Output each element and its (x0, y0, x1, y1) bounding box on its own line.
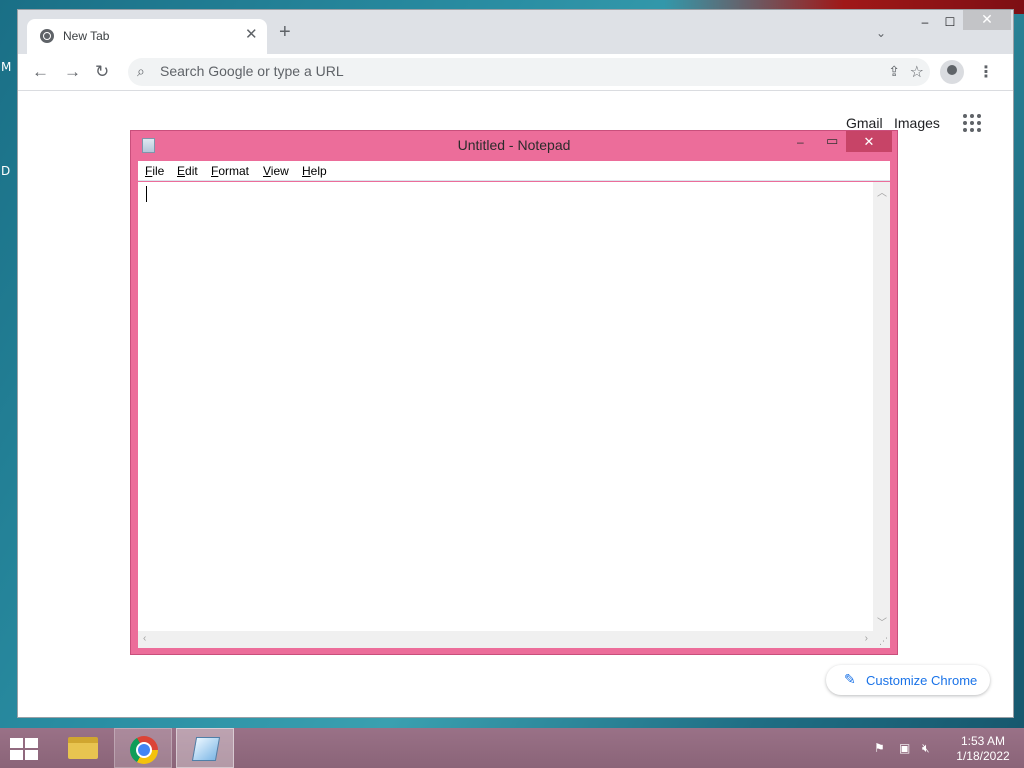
horizontal-scrollbar[interactable]: ‹ › (138, 631, 873, 648)
omnibox-input[interactable] (160, 63, 760, 79)
tab-search-chevron-icon[interactable]: ⌄ (876, 26, 886, 40)
taskbar-chrome[interactable] (114, 728, 172, 768)
new-tab-button[interactable]: + (279, 22, 291, 42)
text-caret (146, 186, 147, 202)
close-button[interactable]: ✕ (963, 10, 1011, 30)
clock-time: 1:53 AM (960, 734, 1006, 748)
maximize-button[interactable]: ☐ (936, 13, 964, 31)
resize-grip[interactable]: ⋰ (873, 631, 890, 648)
notepad-minimize-button[interactable]: – (797, 135, 804, 149)
desktop-icon-label-partial: D (1, 164, 11, 178)
tab-close-icon[interactable]: ✕ (245, 25, 258, 43)
menu-help[interactable]: Help (302, 164, 327, 178)
menu-file[interactable]: File (145, 164, 164, 178)
scroll-down-icon[interactable]: ﹀ (877, 614, 887, 629)
tab-new-tab[interactable]: New Tab ✕ (27, 19, 267, 54)
menu-view[interactable]: View (263, 164, 289, 178)
network-icon[interactable]: ▣ (899, 741, 910, 755)
menu-format[interactable]: Format (211, 164, 249, 178)
scroll-right-icon[interactable]: › (865, 633, 868, 644)
taskbar-notepad[interactable] (176, 728, 234, 768)
forward-arrow-icon[interactable]: → (64, 62, 81, 82)
taskbar-file-explorer[interactable] (52, 728, 110, 768)
clock-date: 1/18/2022 (956, 749, 1010, 763)
minimize-button[interactable]: – (911, 13, 939, 31)
action-center-flag-icon[interactable]: ⚑ (874, 741, 885, 755)
notepad-maximize-button[interactable]: ▭ (826, 133, 838, 149)
notepad-close-button[interactable]: ✕ (846, 131, 892, 152)
notepad-window: Untitled - Notepad – ▭ ✕ File Edit Forma… (130, 130, 898, 655)
folder-icon (68, 737, 98, 759)
tab-title: New Tab (63, 29, 110, 43)
omnibox[interactable]: ⌕ ⇪ ☆ (128, 58, 930, 86)
system-clock[interactable]: 1:53 AM 1/18/2022 (950, 734, 1016, 764)
desktop-icon-label-partial: M (1, 60, 12, 74)
chrome-icon (130, 736, 158, 764)
chrome-menu-icon[interactable]: ⋮ (978, 62, 994, 82)
notepad-title: Untitled - Notepad (457, 137, 571, 153)
volume-muted-icon[interactable]: 🔇︎ (922, 741, 930, 756)
profile-avatar-icon[interactable] (940, 60, 964, 84)
images-link[interactable]: Images (894, 115, 940, 131)
reload-icon[interactable]: ↻ (95, 62, 109, 82)
resize-grip-icon: ⋰ (879, 636, 888, 646)
tab-strip: New Tab ✕ + ⌄ – ☐ ✕ (18, 10, 1013, 54)
taskbar: ⚑ ▣ 🔇︎ 1:53 AM 1/18/2022 (0, 728, 1024, 768)
menu-edit[interactable]: Edit (177, 164, 198, 178)
bookmark-star-icon[interactable]: ☆ (910, 62, 924, 82)
scroll-up-icon[interactable]: ︿ (877, 184, 887, 199)
notepad-icon (191, 737, 221, 761)
gmail-link[interactable]: Gmail (846, 115, 883, 131)
windows-start-icon[interactable] (10, 738, 38, 760)
notepad-menubar: File Edit Format View Help (138, 161, 890, 181)
google-apps-icon[interactable] (963, 114, 981, 132)
share-icon[interactable]: ⇪ (888, 63, 900, 80)
back-arrow-icon[interactable]: ← (32, 62, 49, 82)
customize-chrome-label: Customize Chrome (866, 673, 978, 688)
chrome-favicon-icon (40, 29, 54, 43)
pencil-icon: ✎ (844, 671, 856, 687)
scroll-left-icon[interactable]: ‹ (143, 633, 146, 644)
search-icon: ⌕ (137, 63, 145, 79)
vertical-scrollbar[interactable]: ︿ ﹀ (873, 182, 890, 631)
notepad-text-area[interactable]: ︿ ﹀ ‹ › ⋰ (138, 182, 890, 648)
customize-chrome-button[interactable]: ✎ Customize Chrome (826, 665, 990, 695)
chrome-toolbar: ← → ↻ ⌕ ⇪ ☆ ⋮ (18, 54, 1013, 91)
